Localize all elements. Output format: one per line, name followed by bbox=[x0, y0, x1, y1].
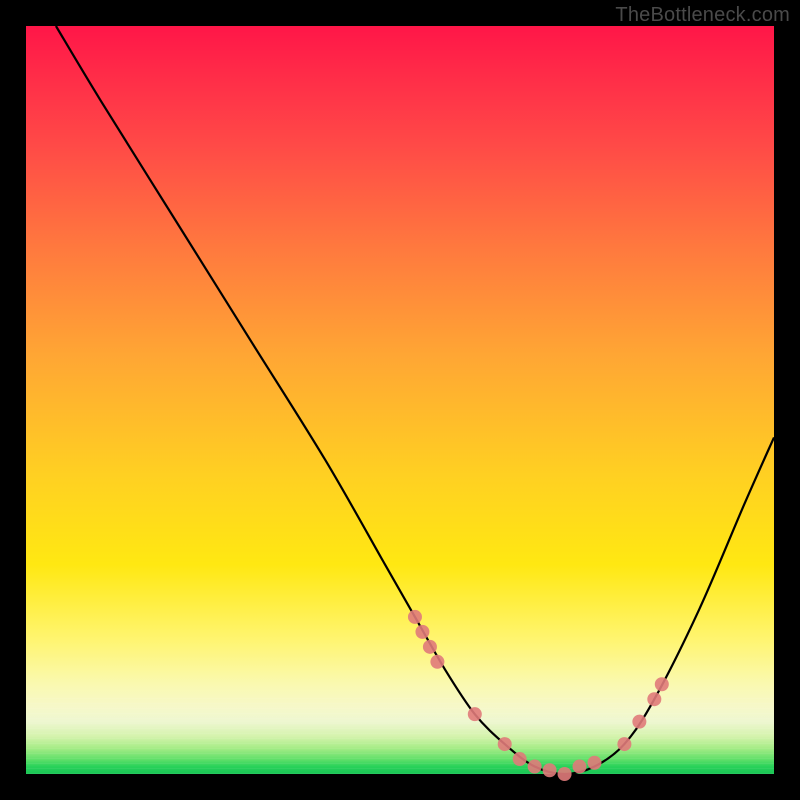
highlight-point bbox=[513, 752, 527, 766]
curve-layer bbox=[26, 26, 774, 774]
highlight-point bbox=[647, 692, 661, 706]
highlight-point bbox=[617, 737, 631, 751]
highlight-point bbox=[573, 760, 587, 774]
highlight-point bbox=[528, 760, 542, 774]
bottleneck-curve bbox=[56, 26, 774, 774]
highlight-point bbox=[498, 737, 512, 751]
watermark-text: TheBottleneck.com bbox=[615, 4, 790, 27]
highlight-point bbox=[558, 767, 572, 781]
plot-area bbox=[26, 26, 774, 774]
highlight-point bbox=[543, 763, 557, 777]
highlight-point bbox=[408, 610, 422, 624]
highlight-point bbox=[587, 756, 601, 770]
highlight-point bbox=[468, 707, 482, 721]
highlight-point bbox=[430, 655, 444, 669]
chart-frame: TheBottleneck.com bbox=[0, 0, 800, 800]
highlight-point bbox=[415, 625, 429, 639]
highlight-point bbox=[423, 640, 437, 654]
highlight-point bbox=[655, 677, 669, 691]
highlight-point bbox=[632, 715, 646, 729]
